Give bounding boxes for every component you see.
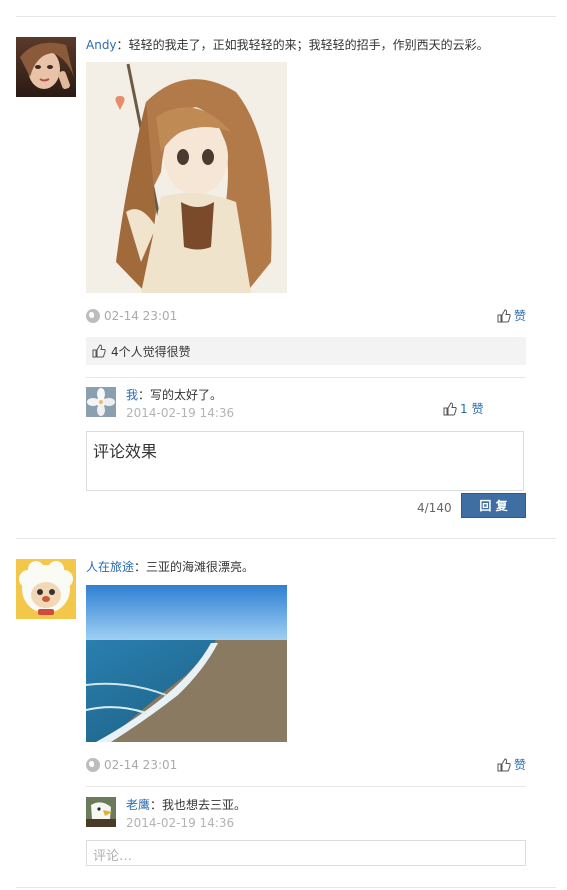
comment-textarea[interactable]: 评论效果: [86, 431, 524, 491]
like-label: 赞: [513, 309, 526, 323]
post-text: 人在旅途：三亚的海滩很漂亮。: [86, 559, 254, 575]
separator: ：: [138, 388, 151, 402]
post-content: 三亚的海滩很漂亮。: [146, 560, 255, 574]
reply-text: 我：写的太好了。: [126, 387, 222, 403]
likes-summary-bar: 4个人觉得很赞: [86, 337, 526, 365]
reply-time: 2014-02-19 14:36: [126, 816, 235, 830]
reply-content: 我也想去三亚。: [162, 798, 247, 812]
avatar-traveler[interactable]: [16, 559, 76, 619]
divider-top: [16, 16, 556, 17]
separator: ：: [134, 560, 147, 574]
reply-time: 2014-02-19 14:36: [126, 406, 235, 420]
reply-divider: [86, 377, 526, 378]
reply-content: 写的太好了。: [150, 388, 223, 402]
reply-like-button[interactable]: 1 赞: [443, 401, 484, 417]
divider-post: [16, 538, 556, 539]
post-time: 02-14 23:01: [104, 309, 178, 323]
like-label: 赞: [513, 758, 526, 772]
separator: ：: [116, 38, 129, 52]
post-content: 轻轻的我走了，正如我轻轻的来；我轻轻的招手，作别西天的云彩。: [128, 38, 489, 52]
post-meta: 02-14 23:01: [86, 757, 177, 773]
like-button[interactable]: 赞: [497, 308, 526, 324]
avatar-eagle[interactable]: [86, 797, 116, 827]
thumbs-up-icon: [497, 758, 511, 772]
avatar-andy[interactable]: [16, 37, 76, 97]
thumbs-up-icon: [92, 344, 106, 358]
reply-like-count: 1: [460, 402, 468, 416]
post-meta: 02-14 23:01: [86, 308, 177, 324]
likes-summary-text[interactable]: 4个人觉得很赞: [111, 343, 191, 360]
separator: ：: [150, 798, 163, 812]
avatar-me[interactable]: [86, 387, 116, 417]
divider-bottom: [16, 887, 556, 888]
globe-icon: [86, 309, 100, 323]
thumbs-up-icon: [443, 402, 457, 416]
reply-author[interactable]: 我: [126, 388, 138, 402]
post-author[interactable]: Andy: [86, 38, 117, 52]
globe-icon: [86, 758, 100, 772]
thumbs-up-icon: [497, 309, 511, 323]
reply-text: 老鹰：我也想去三亚。: [126, 797, 246, 813]
reply-like-label: 赞: [471, 402, 484, 416]
reply-author[interactable]: 老鹰: [126, 798, 150, 812]
char-counter: 4/140: [417, 501, 452, 515]
post-photo-beach[interactable]: [86, 585, 287, 742]
post-author[interactable]: 人在旅途: [86, 560, 134, 574]
post-time: 02-14 23:01: [104, 758, 178, 772]
post-text: Andy：轻轻的我走了，正如我轻轻的来；我轻轻的招手，作别西天的云彩。: [86, 37, 489, 53]
post-photo-anime-girl[interactable]: [86, 62, 287, 293]
like-button[interactable]: 赞: [497, 757, 526, 773]
reply-divider: [86, 786, 526, 787]
reply-button[interactable]: 回 复: [461, 493, 526, 518]
comment-input[interactable]: 评论…: [86, 840, 526, 866]
